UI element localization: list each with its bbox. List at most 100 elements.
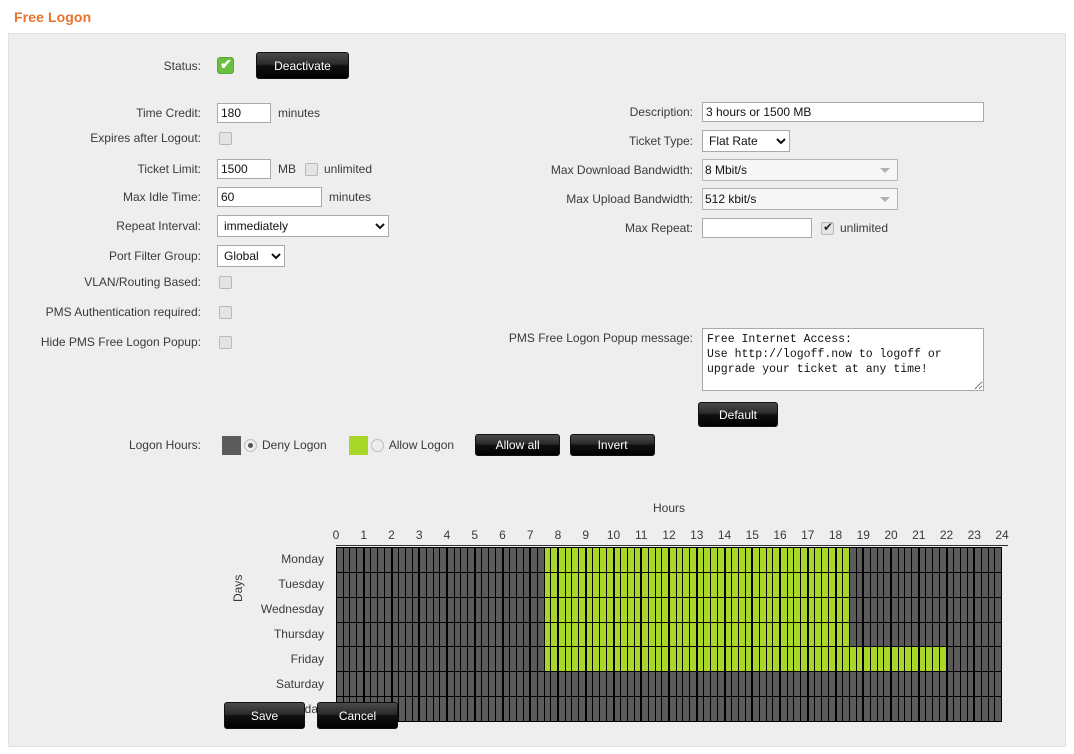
logon-hours-cell[interactable] bbox=[822, 597, 828, 622]
logon-hours-cell[interactable] bbox=[426, 622, 433, 647]
logon-hours-cell[interactable] bbox=[412, 572, 419, 597]
logon-hours-cell[interactable] bbox=[614, 622, 621, 647]
logon-hours-cell[interactable] bbox=[503, 647, 510, 672]
logon-hours-cell[interactable] bbox=[559, 697, 565, 722]
logon-hours-cell[interactable] bbox=[655, 697, 662, 722]
logon-hours-cell[interactable] bbox=[593, 572, 600, 597]
logon-hours-cell[interactable] bbox=[544, 697, 551, 722]
logon-hours-cell[interactable] bbox=[399, 548, 405, 572]
logon-hours-cell[interactable] bbox=[475, 548, 482, 572]
logon-hours-cell[interactable] bbox=[655, 647, 662, 672]
logon-hours-cell[interactable] bbox=[864, 697, 870, 722]
logon-hours-cell[interactable] bbox=[988, 672, 995, 697]
logon-hours-cell[interactable] bbox=[870, 672, 877, 697]
logon-hours-cell[interactable] bbox=[843, 548, 849, 572]
logon-hours-cell[interactable] bbox=[753, 672, 759, 697]
logon-hours-cell[interactable] bbox=[683, 647, 690, 672]
logon-hours-cell[interactable] bbox=[621, 597, 627, 622]
logon-hours-cell[interactable] bbox=[655, 548, 662, 572]
logon-hours-cell[interactable] bbox=[495, 647, 502, 672]
logon-hours-cell[interactable] bbox=[475, 572, 482, 597]
logon-hours-cell[interactable] bbox=[745, 647, 752, 672]
logon-hours-cell[interactable] bbox=[919, 672, 926, 697]
logon-hours-cell[interactable] bbox=[392, 672, 399, 697]
logon-hours-cell[interactable] bbox=[801, 548, 807, 572]
logon-hours-cell[interactable] bbox=[627, 647, 634, 672]
logon-hours-cell[interactable] bbox=[975, 572, 981, 597]
logon-hours-cell[interactable] bbox=[420, 647, 426, 672]
logon-hours-cell[interactable] bbox=[738, 622, 745, 647]
logon-hours-cell[interactable] bbox=[773, 622, 779, 647]
logon-hours-cell[interactable] bbox=[781, 647, 787, 672]
logon-hours-cell[interactable] bbox=[606, 672, 613, 697]
logon-hours-cell[interactable] bbox=[516, 597, 523, 622]
logon-hours-cell[interactable] bbox=[905, 597, 912, 622]
logon-hours-cell[interactable] bbox=[489, 672, 495, 697]
logon-hours-cell[interactable] bbox=[926, 672, 933, 697]
logon-hours-cell[interactable] bbox=[337, 597, 343, 622]
logon-hours-cell[interactable] bbox=[912, 672, 918, 697]
logon-hours-cell[interactable] bbox=[822, 647, 828, 672]
logon-hours-cell[interactable] bbox=[676, 697, 683, 722]
logon-hours-cell[interactable] bbox=[655, 572, 662, 597]
logon-hours-cell[interactable] bbox=[794, 697, 801, 722]
logon-hours-cell[interactable] bbox=[343, 597, 350, 622]
logon-hours-cell[interactable] bbox=[717, 647, 724, 672]
logon-hours-cell[interactable] bbox=[621, 672, 627, 697]
logon-hours-cell[interactable] bbox=[981, 597, 988, 622]
logon-hours-cell[interactable] bbox=[551, 548, 557, 572]
logon-hours-cell[interactable] bbox=[392, 572, 399, 597]
logon-hours-cell[interactable] bbox=[877, 597, 884, 622]
logon-hours-cell[interactable] bbox=[503, 572, 510, 597]
logon-hours-cell[interactable] bbox=[405, 647, 412, 672]
logon-hours-cell[interactable] bbox=[828, 647, 835, 672]
logon-hours-cell[interactable] bbox=[371, 622, 378, 647]
logon-hours-cell[interactable] bbox=[877, 697, 884, 722]
logon-hours-cell[interactable] bbox=[461, 697, 468, 722]
logon-hours-cell[interactable] bbox=[828, 622, 835, 647]
logon-hours-cell[interactable] bbox=[745, 697, 752, 722]
logon-hours-cell[interactable] bbox=[759, 697, 766, 722]
logon-hours-cell[interactable] bbox=[704, 672, 711, 697]
logon-hours-cell[interactable] bbox=[822, 622, 828, 647]
logon-hours-cell[interactable] bbox=[954, 548, 960, 572]
logon-hours-cell[interactable] bbox=[704, 597, 711, 622]
logon-hours-cell[interactable] bbox=[420, 572, 426, 597]
logon-hours-cell[interactable] bbox=[717, 672, 724, 697]
logon-hours-cell[interactable] bbox=[606, 647, 613, 672]
logon-hours-cell[interactable] bbox=[426, 697, 433, 722]
logon-hours-cell[interactable] bbox=[947, 548, 954, 572]
logon-hours-cell[interactable] bbox=[717, 597, 724, 622]
invert-button[interactable]: Invert bbox=[570, 434, 656, 456]
logon-hours-cell[interactable] bbox=[384, 548, 391, 572]
logon-hours-cell[interactable] bbox=[822, 548, 828, 572]
logon-hours-cell[interactable] bbox=[773, 672, 779, 697]
logon-hours-cell[interactable] bbox=[711, 672, 717, 697]
logon-hours-cell[interactable] bbox=[384, 597, 391, 622]
logon-hours-cell[interactable] bbox=[717, 548, 724, 572]
logon-hours-cell[interactable] bbox=[933, 548, 939, 572]
logon-hours-cell[interactable] bbox=[808, 572, 815, 597]
logon-hours-cell[interactable] bbox=[711, 622, 717, 647]
logon-hours-cell[interactable] bbox=[412, 697, 419, 722]
logon-hours-cell[interactable] bbox=[836, 622, 843, 647]
logon-hours-cell[interactable] bbox=[634, 597, 641, 622]
logon-hours-cell[interactable] bbox=[642, 548, 648, 572]
expires-after-logout-checkbox[interactable] bbox=[219, 131, 232, 145]
logon-hours-cell[interactable] bbox=[489, 572, 495, 597]
logon-hours-cell[interactable] bbox=[828, 672, 835, 697]
logon-hours-cell[interactable] bbox=[420, 597, 426, 622]
logon-hours-cell[interactable] bbox=[364, 572, 371, 597]
logon-hours-cell[interactable] bbox=[781, 672, 787, 697]
logon-hours-cell[interactable] bbox=[766, 622, 773, 647]
logon-hours-cell[interactable] bbox=[898, 572, 905, 597]
logon-hours-cell[interactable] bbox=[600, 597, 606, 622]
logon-hours-cell[interactable] bbox=[864, 622, 870, 647]
logon-hours-cell[interactable] bbox=[947, 647, 954, 672]
logon-hours-cell[interactable] bbox=[856, 672, 863, 697]
logon-hours-cell[interactable] bbox=[822, 672, 828, 697]
logon-hours-cell[interactable] bbox=[975, 548, 981, 572]
logon-hours-cell[interactable] bbox=[634, 672, 641, 697]
logon-hours-cell[interactable] bbox=[926, 548, 933, 572]
logon-hours-cell[interactable] bbox=[614, 647, 621, 672]
